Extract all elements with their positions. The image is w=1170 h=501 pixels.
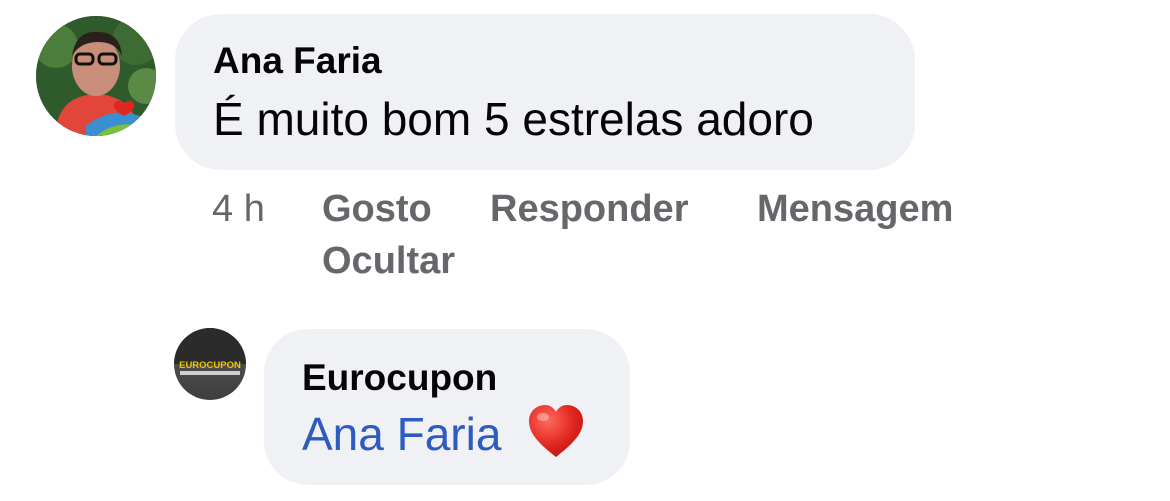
comment-bubble[interactable]: Ana Faria É muito bom 5 estrelas adoro <box>175 14 915 170</box>
comment-author-name[interactable]: Ana Faria <box>213 40 382 82</box>
hide-button[interactable]: Ocultar <box>322 240 455 283</box>
red-heart-icon <box>526 403 586 463</box>
message-button[interactable]: Mensagem <box>757 188 953 231</box>
mention-link[interactable]: Ana Faria <box>302 407 501 461</box>
reply-author-avatar[interactable]: EUROCUPON <box>174 328 246 400</box>
reply-author-name[interactable]: Eurocupon <box>302 357 497 399</box>
user-photo <box>36 16 156 136</box>
logo-text: EUROCUPON <box>179 360 241 371</box>
eurocupon-logo: EUROCUPON <box>174 328 246 400</box>
reply-bubble[interactable]: Eurocupon Ana Faria <box>264 329 630 485</box>
reply-button[interactable]: Responder <box>490 188 688 231</box>
comment-text: É muito bom 5 estrelas adoro <box>213 93 814 145</box>
comment-timestamp[interactable]: 4 h <box>212 188 265 231</box>
comment-author-avatar[interactable] <box>36 16 156 136</box>
like-button[interactable]: Gosto <box>322 188 432 231</box>
